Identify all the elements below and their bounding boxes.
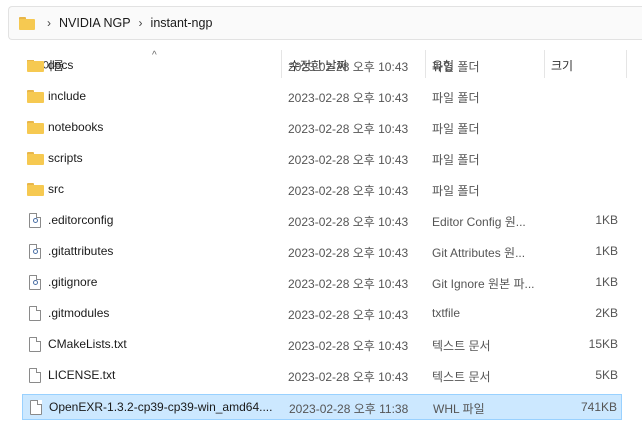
file-icon — [30, 400, 42, 415]
file-date: 2023-02-28 오후 10:43 — [288, 153, 409, 167]
gear-icon — [33, 218, 38, 223]
config-file-icon — [29, 213, 41, 228]
file-row[interactable]: scripts 2023-02-28 오후 10:43 파일 폴더 — [22, 146, 622, 172]
file-type: 텍스트 문서 — [432, 370, 491, 384]
file-name: OpenEXR-1.3.2-cp39-cp39-win_amd64.... — [49, 400, 273, 414]
file-type: 파일 폴더 — [432, 184, 480, 198]
file-row[interactable]: LICENSE.txt 2023-02-28 오후 10:43 텍스트 문서 5KB — [22, 363, 622, 389]
file-name: .gitmodules — [48, 306, 110, 320]
file-name: notebooks — [48, 120, 104, 134]
folder-icon — [27, 183, 44, 196]
file-date: 2023-02-28 오후 10:43 — [288, 308, 409, 322]
file-date: 2023-02-28 오후 10:43 — [288, 339, 409, 353]
file-size: 1KB — [595, 213, 618, 227]
file-name: src — [48, 182, 64, 196]
file-name: scripts — [48, 151, 83, 165]
file-row[interactable]: CMakeLists.txt 2023-02-28 오후 10:43 텍스트 문서 1… — [22, 332, 622, 358]
folder-icon — [27, 60, 44, 72]
file-name: .gitignore — [48, 275, 98, 289]
file-row[interactable]: docs 2023-02-28 오후 10:43 파일 폴더 — [22, 60, 622, 79]
breadcrumb-item-nvidia-ngp[interactable]: NVIDIA NGP — [59, 16, 131, 30]
file-name: .gitattributes — [48, 244, 114, 258]
file-name: docs — [48, 60, 74, 72]
file-date: 2023-02-28 오후 10:43 — [288, 370, 409, 384]
file-type: Git Attributes 원... — [432, 246, 526, 260]
file-type: 파일 폴더 — [432, 122, 480, 136]
config-file-icon — [29, 275, 41, 290]
file-date: 2023-02-28 오후 10:43 — [288, 246, 409, 260]
file-size: 1KB — [595, 244, 618, 258]
file-size: 741KB — [580, 400, 617, 414]
folder-icon — [27, 152, 44, 165]
file-row[interactable]: .gitignore 2023-02-28 오후 10:43 Git Ignore … — [22, 270, 622, 296]
folder-icon — [19, 16, 35, 30]
file-icon — [29, 306, 41, 321]
file-row[interactable]: .gitattributes 2023-02-28 오후 10:43 Git Att… — [22, 239, 622, 265]
file-type: 파일 폴더 — [432, 91, 480, 105]
file-date: 2023-02-28 오후 10:43 — [288, 184, 409, 198]
file-list: docs 2023-02-28 오후 10:43 파일 폴더 include 2023-… — [0, 60, 642, 436]
folder-icon — [27, 90, 44, 103]
file-date: 2023-02-28 오후 10:43 — [288, 215, 409, 229]
address-bar[interactable]: › NVIDIA NGP › instant-ngp — [8, 6, 642, 40]
file-row[interactable]: .editorconfig 2023-02-28 오후 10:43 Editor C… — [22, 208, 622, 234]
file-date: 2023-02-28 오후 11:38 — [289, 402, 409, 416]
file-row[interactable]: src 2023-02-28 오후 10:43 파일 폴더 — [22, 177, 622, 203]
file-size: 15KB — [588, 337, 618, 351]
gear-icon — [33, 280, 38, 285]
file-type: 파일 폴더 — [432, 153, 480, 167]
file-name: CMakeLists.txt — [48, 337, 127, 351]
file-size: 5KB — [595, 368, 618, 382]
file-size: 1KB — [595, 275, 618, 289]
file-name: include — [48, 89, 87, 103]
chevron-right-icon[interactable]: › — [137, 16, 145, 30]
file-type: 파일 폴더 — [432, 60, 480, 74]
file-type: Git Ignore 원본 파... — [432, 277, 535, 291]
file-date: 2023-02-28 오후 10:43 — [288, 91, 409, 105]
file-date: 2023-02-28 오후 10:43 — [288, 277, 409, 291]
gear-icon — [33, 249, 38, 254]
config-file-icon — [29, 244, 41, 259]
file-row[interactable]: notebooks 2023-02-28 오후 10:43 파일 폴더 — [22, 115, 622, 141]
file-name: .editorconfig — [48, 213, 114, 227]
file-type: WHL 파일 — [433, 402, 485, 416]
folder-icon — [27, 121, 44, 134]
text-file-icon — [29, 337, 41, 352]
file-row[interactable]: .gitmodules 2023-02-28 오후 10:43 txtfile 2KB — [22, 301, 622, 327]
file-type: txtfile — [432, 306, 461, 320]
file-type: 텍스트 문서 — [432, 339, 491, 353]
chevron-right-icon[interactable]: › — [45, 16, 53, 30]
breadcrumb-item-instant-ngp[interactable]: instant-ngp — [151, 16, 213, 30]
file-row[interactable]: include 2023-02-28 오후 10:43 파일 폴더 — [22, 84, 622, 110]
file-date: 2023-02-28 오후 10:43 — [288, 60, 409, 74]
file-date: 2023-02-28 오후 10:43 — [288, 122, 409, 136]
file-type: Editor Config 원... — [432, 215, 526, 229]
text-file-icon — [29, 368, 41, 383]
file-name: LICENSE.txt — [48, 368, 116, 382]
file-size: 2KB — [595, 306, 618, 320]
file-row[interactable]: OpenEXR-1.3.2-cp39-cp39-win_amd64.... 202… — [22, 394, 622, 420]
